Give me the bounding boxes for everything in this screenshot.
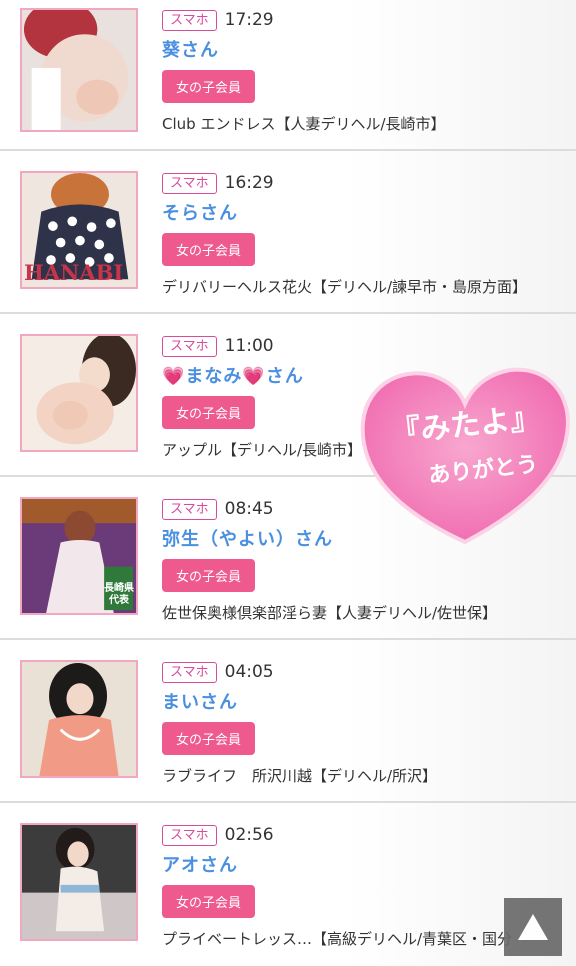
device-badge: スマホ xyxy=(162,824,217,846)
triangle-up-icon xyxy=(518,914,548,940)
profile-photo[interactable]: 長崎県 代表 xyxy=(20,497,138,615)
member-name-link[interactable]: 葵さん xyxy=(162,38,566,64)
visit-time: 11:00 xyxy=(224,336,274,356)
profile-photo[interactable] xyxy=(20,8,138,132)
member-type-badge: 女の子会員 xyxy=(162,885,256,918)
list-item[interactable]: HANABI スマホ 16:29 そらさん 女の子会員 デリバリーヘルス花火【デ… xyxy=(0,151,576,314)
device-badge: スマホ xyxy=(162,335,217,357)
shop-name: ラブライフ 所沢川越【デリヘル/所沢】 xyxy=(162,767,438,785)
list-item[interactable]: スマホ 02:56 アオさん 女の子会員 プライベートレッス…【高級デリヘル/青… xyxy=(0,803,576,966)
scroll-top-button[interactable] xyxy=(504,898,562,956)
thanks-heart-sticker: 『みたよ』 ありがとう xyxy=(355,360,575,550)
device-badge: スマホ xyxy=(162,661,217,683)
visit-time: 02:56 xyxy=(224,825,274,845)
member-type-badge: 女の子会員 xyxy=(162,722,256,755)
shop-name: 佐世保奥様倶楽部淫ら妻【人妻デリヘル/佐世保】 xyxy=(162,604,498,622)
profile-photo[interactable]: HANABI xyxy=(20,171,138,289)
profile-photo[interactable] xyxy=(20,660,138,778)
profile-photo[interactable] xyxy=(20,334,138,452)
thumb-watermark: 長崎県 代表 xyxy=(104,583,134,606)
visit-time: 08:45 xyxy=(224,499,274,519)
member-type-badge: 女の子会員 xyxy=(162,70,256,103)
visit-time: 04:05 xyxy=(224,662,274,682)
member-type-badge: 女の子会員 xyxy=(162,559,256,592)
device-badge: スマホ xyxy=(162,9,217,31)
member-name-link[interactable]: アオさん xyxy=(162,853,566,879)
member-type-badge: 女の子会員 xyxy=(162,233,256,266)
visit-time: 17:29 xyxy=(224,10,274,30)
visit-time: 16:29 xyxy=(224,173,274,193)
member-type-badge: 女の子会員 xyxy=(162,396,256,429)
profile-photo[interactable] xyxy=(20,823,138,941)
shop-name: Club エンドレス【人妻デリヘル/長崎市】 xyxy=(162,115,446,133)
member-name-link[interactable]: そらさん xyxy=(162,201,566,227)
member-name-link[interactable]: まいさん xyxy=(162,690,566,716)
device-badge: スマホ xyxy=(162,172,217,194)
list-item[interactable]: スマホ 17:29 葵さん 女の子会員 Club エンドレス【人妻デリヘル/長崎… xyxy=(0,0,576,151)
thumb-watermark: HANABI xyxy=(24,260,124,285)
shop-name: デリバリーヘルス花火【デリヘル/諫早市・島原方面】 xyxy=(162,278,528,296)
list-item[interactable]: スマホ 04:05 まいさん 女の子会員 ラブライフ 所沢川越【デリヘル/所沢】 xyxy=(0,640,576,803)
device-badge: スマホ xyxy=(162,498,217,520)
